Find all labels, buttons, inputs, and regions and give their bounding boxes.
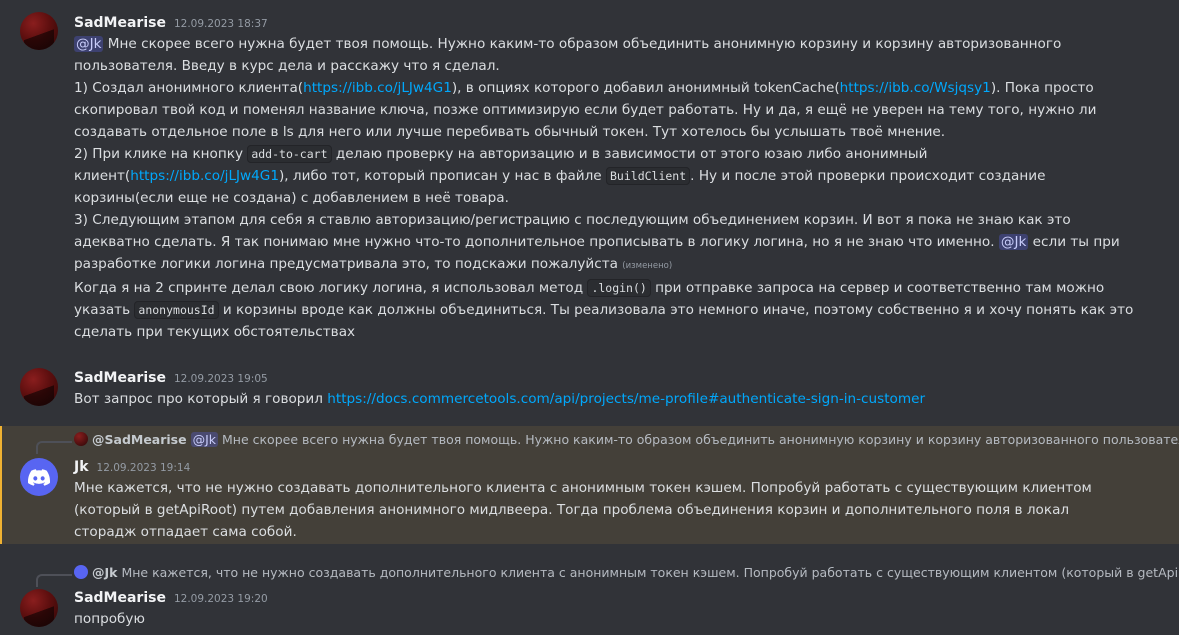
timestamp: 12.09.2023 18:37: [173, 18, 268, 30]
message: SadMearise 12.09.2023 18:37 @Jk Мне скоре…: [0, 11, 1179, 343]
message-paragraph: @Jk Мне скорее всего нужна будет твоя по…: [74, 33, 1134, 77]
message-paragraph: Когда я на 2 спринте делал свою логику л…: [74, 277, 1134, 343]
reply-text: Мне кажется, что не нужно создавать допо…: [117, 565, 1179, 580]
message: SadMearise 12.09.2023 19:05 Вот запрос пр…: [0, 366, 1179, 410]
message-text: Вот запрос про который я говорил: [74, 391, 328, 407]
timestamp: 12.09.2023 19:14: [96, 462, 191, 474]
username[interactable]: SadMearise: [74, 590, 166, 606]
message-paragraph: Мне кажется, что не нужно создавать допо…: [74, 477, 1134, 543]
message-text: Мне скорее всего нужна будет твоя помощь…: [74, 36, 1062, 74]
message-text: и корзины вроде как должны объединиться.…: [74, 302, 1134, 340]
message-text: 1) Создал анонимного клиента(: [74, 80, 304, 96]
message-text: Когда я на 2 спринте делал свою логику л…: [74, 280, 588, 296]
message-paragraph: Вот запрос про который я говорил https:/…: [74, 388, 1134, 410]
timestamp: 12.09.2023 19:05: [173, 373, 268, 385]
message-paragraph: 3) Следующим этапом для себя я ставлю ав…: [74, 209, 1134, 277]
message-body: @Jk Мне скорее всего нужна будет твоя по…: [74, 33, 1134, 343]
reply-avatar: [74, 565, 88, 579]
message-header: SadMearise 12.09.2023 19:05: [74, 366, 1179, 388]
message-link[interactable]: https://docs.commercetools.com/api/proje…: [327, 391, 925, 407]
message-text: ), либо тот, который прописан у нас в фа…: [278, 168, 606, 184]
inline-code: anonymousId: [134, 301, 219, 319]
timestamp: 12.09.2023 19:20: [173, 593, 268, 605]
username[interactable]: Jk: [74, 459, 89, 475]
edited-label: (изменено): [622, 261, 673, 271]
message: SadMearise 12.09.2023 19:20 попробую: [0, 586, 1179, 630]
reply-text: Мне скорее всего нужна будет твоя помощь…: [218, 432, 1179, 447]
inline-code: BuildClient: [606, 167, 691, 185]
reply-username[interactable]: @Jk: [92, 565, 117, 580]
reply-mention[interactable]: @Jk: [190, 432, 219, 447]
message-paragraph: 1) Создал анонимного клиента(https://ibb…: [74, 77, 1134, 143]
reply-username[interactable]: @SadMearise: [92, 432, 187, 447]
message-body: попробую: [74, 608, 1134, 630]
message-link[interactable]: https://ibb.co/Wsjqsy1: [840, 80, 991, 96]
message-link[interactable]: https://ibb.co/jLJw4G1: [130, 168, 279, 184]
message-paragraph: 2) При клике на кнопку add-to-cart делаю…: [74, 143, 1134, 209]
message-text: попробую: [74, 611, 145, 627]
message-header: SadMearise 12.09.2023 18:37: [74, 11, 1179, 33]
message-header: SadMearise 12.09.2023 19:20: [74, 586, 1179, 608]
reply-avatar: [74, 432, 88, 446]
inline-code: add-to-cart: [247, 145, 332, 163]
message-text: ), в опциях которого добавил анонимный t…: [451, 80, 840, 96]
message-body: Мне кажется, что не нужно создавать допо…: [74, 477, 1134, 543]
user-mention[interactable]: @Jk: [998, 234, 1029, 250]
message-body: Вот запрос про который я говорил https:/…: [74, 388, 1134, 410]
inline-code: .login(): [587, 279, 651, 297]
reply-connector: [36, 441, 72, 454]
username[interactable]: SadMearise: [74, 15, 166, 31]
reply-preview[interactable]: @Jk Мне кажется, что не нужно создавать …: [74, 564, 1179, 582]
message: Jk 12.09.2023 19:14 Мне кажется, что не н…: [0, 455, 1179, 543]
reply-preview[interactable]: @SadMearise @Jk Мне скорее всего нужна б…: [74, 431, 1179, 449]
username[interactable]: SadMearise: [74, 370, 166, 386]
message-header: Jk 12.09.2023 19:14: [74, 455, 1179, 477]
message-text: Мне кажется, что не нужно создавать допо…: [74, 480, 1092, 540]
user-mention[interactable]: @Jk: [74, 36, 104, 52]
message-paragraph: попробую: [74, 608, 1134, 630]
message-text: 2) При клике на кнопку: [74, 146, 248, 162]
message-text: 3) Следующим этапом для себя я ставлю ав…: [74, 212, 1071, 250]
message-link[interactable]: https://ibb.co/jLJw4G1: [303, 80, 452, 96]
